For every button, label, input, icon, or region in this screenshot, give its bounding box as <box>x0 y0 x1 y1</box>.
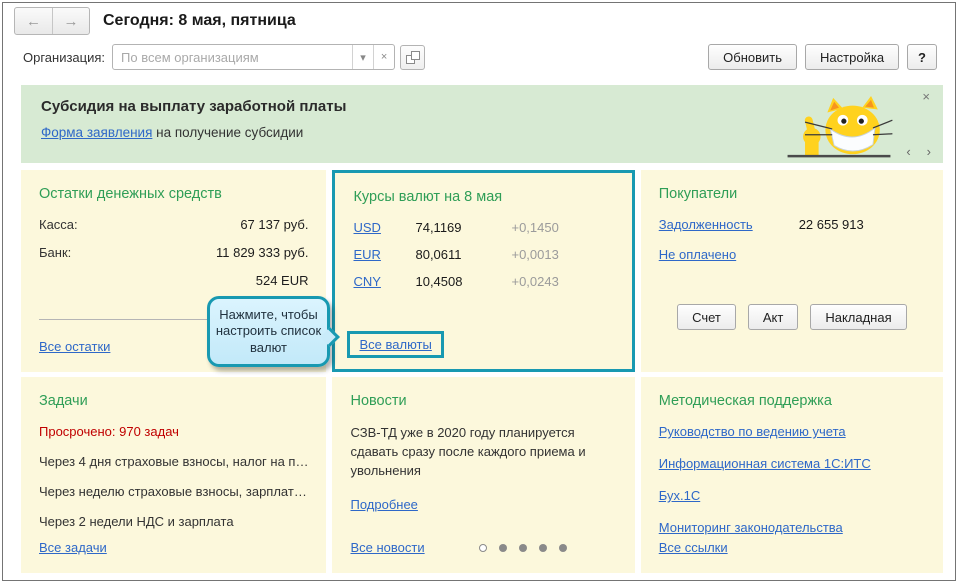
panel-buyers: Покупатели Задолженность 22 655 913 Не о… <box>640 170 943 372</box>
cat-mascot-image <box>787 95 893 158</box>
toolbar: Организация: ▾ × Обновить Настройка ? <box>23 44 937 70</box>
dashboard-grid: Остатки денежных средств Касса: 67 137 р… <box>21 170 943 573</box>
cash-row-label: Банк: <box>39 245 72 260</box>
banner-next-icon[interactable]: › <box>927 145 931 158</box>
cash-row-value: 67 137 руб. <box>240 217 309 232</box>
currency-rate: 80,0611 <box>415 247 462 262</box>
back-button[interactable]: ← <box>15 8 52 34</box>
cash-row: 524 EUR <box>39 273 309 288</box>
cash-row: Касса: 67 137 руб. <box>39 217 308 232</box>
toolbar-right: Обновить Настройка ? <box>708 44 937 70</box>
currency-code-link[interactable]: USD <box>353 220 415 235</box>
support-link[interactable]: Информационная система 1С:ИТС <box>659 456 925 471</box>
cash-row-label: Касса: <box>39 217 78 232</box>
news-pager <box>479 544 568 552</box>
unpaid-link[interactable]: Не оплачено <box>659 247 736 262</box>
all-links-link[interactable]: Все ссылки <box>659 540 728 555</box>
panel-support: Методическая поддержка Руководство по ве… <box>640 377 943 573</box>
all-currencies-highlight-box: Все валюты <box>347 331 444 358</box>
news-pager-dot[interactable] <box>539 544 548 552</box>
back-arrow-icon: ← <box>26 12 41 30</box>
banner-close-icon[interactable]: × <box>922 90 930 103</box>
currency-code-link[interactable]: EUR <box>353 247 415 262</box>
waybill-button[interactable]: Накладная <box>810 304 907 330</box>
forward-arrow-icon: → <box>63 12 79 30</box>
banner-subtitle-text: на получение субсидии <box>152 125 304 140</box>
currency-rate: 10,4508 <box>415 274 463 289</box>
news-text: СЗВ-ТД уже в 2020 году планируется сдава… <box>350 425 586 478</box>
currency-panel-title: Курсы валют на 8 мая <box>353 189 503 205</box>
all-tasks-link[interactable]: Все задачи <box>39 540 107 555</box>
cash-row-value: 11 829 333 руб. <box>215 245 309 260</box>
task-item: Через 4 дня страховые взносы, налог на п… <box>39 454 309 469</box>
news-pager-dot[interactable] <box>519 544 528 552</box>
currency-row: EUR 80,0611 +0,0013 <box>353 247 613 262</box>
page-title: Сегодня: 8 мая, пятница <box>103 12 296 29</box>
currency-rate: 74,1169 <box>415 220 462 235</box>
application-form-link[interactable]: Форма заявления <box>41 125 152 140</box>
overdue-tasks-text: Просрочено: 970 задач <box>39 424 179 439</box>
news-panel-title: Новости <box>350 393 407 409</box>
panel-news: Новости СЗВ-ТД уже в 2020 году планирует… <box>332 377 635 573</box>
banner-pager: ‹ › <box>906 145 931 158</box>
cash-row-value: 524 EUR <box>255 273 309 288</box>
chevron-down-icon: ▾ <box>360 51 366 64</box>
tooltip-text: Нажмите, чтобы настроить список валют <box>215 307 322 355</box>
news-pager-dot[interactable] <box>479 544 488 552</box>
all-balances-link[interactable]: Все остатки <box>39 339 110 354</box>
buyers-buttons: Счет Акт Накладная <box>659 304 925 330</box>
debt-link[interactable]: Задолженность <box>659 217 753 232</box>
invoice-button[interactable]: Счет <box>677 304 736 330</box>
help-button[interactable]: ? <box>907 44 937 70</box>
currency-delta: +0,0243 <box>511 274 559 289</box>
tasks-panel-title: Задачи <box>39 393 88 409</box>
history-nav: ← → <box>14 7 90 35</box>
debt-row: Задолженность 22 655 913 <box>659 217 925 232</box>
currency-code-link[interactable]: CNY <box>353 274 415 289</box>
title-bar: ← → Сегодня: 8 мая, пятница <box>14 7 296 35</box>
clear-icon: × <box>380 51 388 63</box>
support-link[interactable]: Мониторинг законодательства <box>659 520 925 535</box>
all-news-link[interactable]: Все новости <box>350 540 424 555</box>
support-panel-title: Методическая поддержка <box>658 393 832 409</box>
banner-prev-icon[interactable]: ‹ <box>906 145 910 158</box>
news-more-link[interactable]: Подробнее <box>350 497 417 512</box>
news-pager-dot[interactable] <box>559 544 568 552</box>
cash-row: Банк: 11 829 333 руб. <box>39 245 308 260</box>
organization-open-button[interactable] <box>400 44 426 70</box>
support-link[interactable]: Руководство по ведению учета <box>659 424 925 439</box>
buyers-panel-title: Покупатели <box>658 186 738 202</box>
forward-button[interactable]: → <box>52 8 89 34</box>
task-item: Через 2 недели НДС и зарплата <box>39 514 234 529</box>
unpaid-row: Не оплачено <box>659 247 925 262</box>
debt-value: 22 655 913 <box>798 217 864 232</box>
subsidy-banner: Субсидия на выплату заработной платы Фор… <box>21 85 943 163</box>
support-link[interactable]: Бух.1С <box>659 488 925 503</box>
organization-combo: ▾ × <box>112 44 396 70</box>
cash-panel-title: Остатки денежных средств <box>39 186 222 202</box>
organization-dropdown-button[interactable]: ▾ <box>352 45 373 69</box>
refresh-button[interactable]: Обновить <box>708 44 798 70</box>
currency-row: CNY 10,4508 +0,0243 <box>353 274 613 289</box>
news-pager-dot[interactable] <box>499 544 508 552</box>
currency-delta: +0,0013 <box>511 247 559 262</box>
task-item: Через неделю страховые взносы, зарплат… <box>39 484 307 499</box>
settings-button[interactable]: Настройка <box>805 44 900 70</box>
panel-tasks: Задачи Просрочено: 970 задач Через 4 дня… <box>21 377 327 573</box>
panel-currency-rates: Курсы валют на 8 мая USD 74,1169 +0,1450… <box>332 170 635 372</box>
organization-label: Организация: <box>23 49 106 65</box>
act-button[interactable]: Акт <box>747 304 799 330</box>
currency-delta: +0,1450 <box>511 220 559 235</box>
tooltip-bubble: Нажмите, чтобы настроить список валют <box>207 296 340 367</box>
organization-clear-button[interactable]: × <box>373 45 394 69</box>
currency-row: USD 74,1169 +0,1450 <box>353 220 613 235</box>
organization-input[interactable] <box>113 49 353 65</box>
open-list-icon <box>411 50 421 60</box>
all-currencies-link[interactable]: Все валюты <box>359 337 431 352</box>
window: ← → Сегодня: 8 мая, пятница Организация:… <box>2 2 956 581</box>
